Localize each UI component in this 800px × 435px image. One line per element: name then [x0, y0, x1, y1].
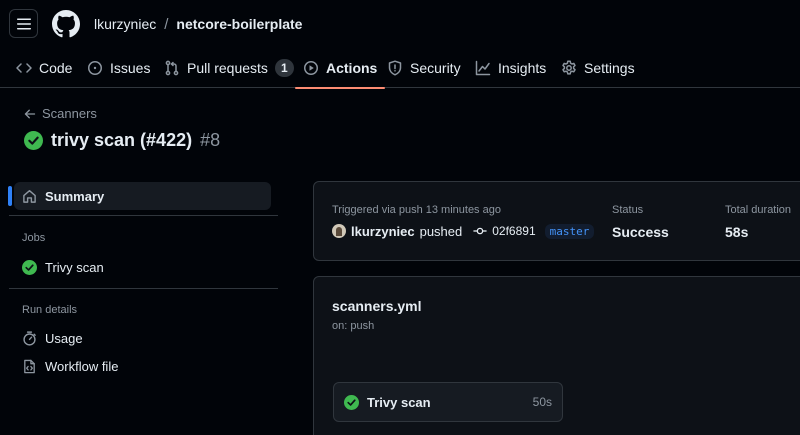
app-header: lkurzyniec / netcore-boilerplate Code Is…	[0, 0, 800, 89]
play-icon	[304, 61, 318, 75]
sidebar-item-label: Summary	[45, 188, 105, 204]
check-circle-icon	[24, 130, 43, 150]
tab-security[interactable]: Security	[387, 48, 461, 88]
tab-label: Code	[39, 60, 73, 76]
run-number: #8	[200, 129, 221, 150]
workflow-graph-card: scanners.yml on: push Trivy scan 50s	[313, 276, 800, 435]
sidebar-divider	[9, 215, 278, 216]
tab-settings[interactable]: Settings	[561, 48, 635, 88]
trigger-text: Triggered via push 13 minutes ago	[332, 204, 501, 216]
workflow-trigger: on: push	[332, 320, 375, 332]
pull-request-icon	[165, 60, 179, 76]
page-title: trivy scan (#422) #8	[24, 129, 220, 151]
jobs-heading: Jobs	[22, 232, 46, 244]
tab-pull-requests[interactable]: Pull requests 1	[164, 48, 294, 88]
repo-tabs: Code Issues Pull requests 1 Actions Secu…	[0, 48, 800, 89]
sidebar-item-workflow-file[interactable]: Workflow file	[14, 352, 271, 380]
home-icon	[23, 189, 36, 203]
run-details-heading: Run details	[22, 304, 78, 316]
tab-label: Insights	[498, 60, 547, 76]
tab-label: Actions	[326, 60, 378, 76]
file-code-icon	[24, 359, 35, 373]
stopwatch-icon	[23, 330, 36, 346]
status-label: Status	[612, 204, 644, 216]
job-name: Trivy scan	[367, 394, 431, 410]
sidebar-item-summary[interactable]: Summary	[8, 182, 271, 210]
back-link-label: Scanners	[42, 106, 97, 121]
tab-insights[interactable]: Insights	[475, 48, 546, 88]
actor-link[interactable]: lkurzyniec	[351, 224, 415, 239]
shield-icon	[388, 60, 402, 76]
sidebar-item-label: Usage	[45, 330, 83, 346]
job-duration: 50s	[532, 395, 552, 409]
workflow-file-name: scanners.yml	[332, 298, 422, 314]
status-value: Success	[612, 224, 669, 240]
commit-info: lkurzyniec pushed 02f6891 master	[332, 222, 595, 240]
sidebar-divider	[9, 288, 278, 289]
code-icon	[16, 63, 32, 73]
issue-icon	[88, 61, 102, 75]
tab-actions[interactable]: Actions	[294, 48, 386, 89]
arrow-left-icon	[24, 109, 36, 118]
sidebar-item-job-trivy-scan[interactable]: Trivy scan	[14, 253, 271, 281]
repo-name-link[interactable]: netcore-boilerplate	[176, 16, 302, 32]
breadcrumb-separator: /	[164, 15, 169, 33]
repo-owner-link[interactable]: lkurzyniec	[94, 16, 156, 32]
branch-badge[interactable]: master	[544, 223, 595, 239]
sidebar-item-usage[interactable]: Usage	[14, 324, 271, 352]
pull-request-count-badge: 1	[274, 59, 294, 77]
tab-label: Security	[410, 60, 461, 76]
run-title-text: trivy scan (#422)	[51, 129, 193, 150]
duration-label: Total duration	[725, 204, 792, 216]
run-summary-card: Triggered via push 13 minutes ago lkurzy…	[313, 181, 800, 261]
back-to-workflow-link[interactable]: Scanners	[24, 106, 97, 121]
menu-button[interactable]	[9, 9, 38, 38]
hamburger-icon	[16, 18, 31, 29]
push-action-text: pushed	[419, 223, 463, 239]
tab-code[interactable]: Code	[16, 48, 72, 88]
avatar[interactable]	[332, 224, 346, 238]
check-circle-icon	[344, 394, 359, 410]
git-commit-icon	[473, 227, 487, 235]
sidebar-item-label: Workflow file	[45, 358, 119, 374]
check-circle-icon	[22, 259, 37, 275]
tab-issues[interactable]: Issues	[87, 48, 150, 88]
commit-sha-link[interactable]: 02f6891	[492, 224, 535, 238]
sidebar-item-label: Trivy scan	[45, 259, 104, 275]
duration-value: 58s	[725, 224, 749, 240]
job-card-trivy-scan[interactable]: Trivy scan 50s	[333, 382, 563, 422]
breadcrumb: lkurzyniec / netcore-boilerplate	[94, 15, 302, 33]
gear-icon	[562, 60, 576, 75]
tab-label: Settings	[584, 60, 635, 76]
github-logo-icon[interactable]	[52, 10, 80, 38]
tab-label: Pull requests	[187, 60, 268, 76]
graph-icon	[475, 60, 491, 76]
tab-label: Issues	[110, 60, 151, 76]
